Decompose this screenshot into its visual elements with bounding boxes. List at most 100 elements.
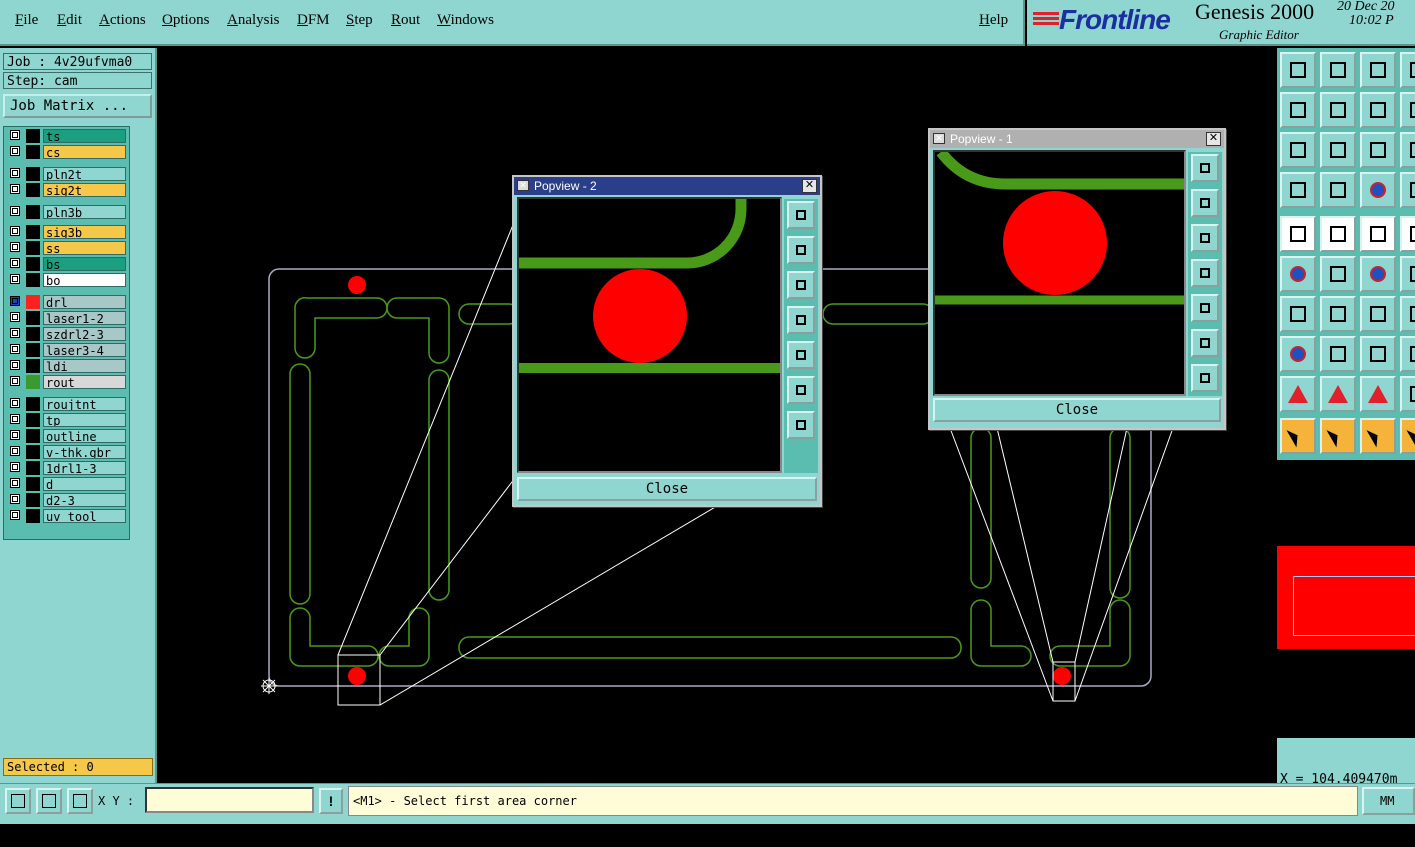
pan-right-icon[interactable] (787, 341, 815, 369)
toolbar-icon[interactable] (1400, 132, 1415, 168)
pointer-box-icon[interactable] (1320, 418, 1356, 454)
layer-row-d2-3[interactable]: d2-3 (7, 493, 127, 507)
layer-name[interactable]: laser1-2 (43, 311, 126, 325)
snap-mode-icon[interactable] (5, 788, 31, 814)
layer-checkbox[interactable] (10, 462, 20, 472)
job-matrix-button[interactable]: Job Matrix ... (3, 94, 152, 118)
layer-name[interactable]: ldi (43, 359, 126, 373)
layer-row-rout[interactable]: rout (7, 375, 127, 389)
triangle-arrow-icon[interactable] (1320, 376, 1356, 412)
line-pad-icon[interactable] (1360, 256, 1396, 292)
exclamation-icon[interactable]: ! (319, 788, 343, 814)
zoom-1-2-icon[interactable] (1360, 132, 1396, 168)
layer-checkbox[interactable] (10, 168, 20, 178)
layer-row-cs[interactable]: cs (7, 145, 127, 159)
zoom-fit-icon[interactable] (1280, 132, 1316, 168)
layer-checkbox[interactable] (10, 430, 20, 440)
menu-rout[interactable]: Rout (391, 12, 420, 29)
layer-color-swatch[interactable] (26, 445, 40, 459)
layer-name[interactable]: sig2t (43, 183, 126, 197)
layer-checkbox[interactable] (10, 206, 20, 216)
layer-name[interactable]: v-thk.gbr (43, 445, 126, 459)
close-icon[interactable]: ✕ (802, 179, 817, 193)
layer-color-swatch[interactable] (26, 343, 40, 357)
measure-mode-icon[interactable] (36, 788, 62, 814)
layer-name[interactable]: pln3b (43, 205, 126, 219)
toolbar-icon[interactable] (1400, 92, 1415, 128)
layer-checkbox[interactable] (10, 510, 20, 520)
zoom-fit-icon[interactable] (787, 376, 815, 404)
layer-name[interactable]: d (43, 477, 126, 491)
menu-actions[interactable]: Actions (99, 12, 146, 29)
window-menu-icon[interactable]: ✕ (933, 133, 945, 144)
pointer-icon[interactable] (1280, 418, 1316, 454)
layer-row-roujtnt[interactable]: roujtnt (7, 397, 127, 411)
layer-name[interactable]: 1drl1-3 (43, 461, 126, 475)
layer-row-pln2t[interactable]: pln2t (7, 167, 127, 181)
window-menu-icon[interactable]: ✕ (517, 180, 529, 191)
layer-name[interactable]: ts (43, 129, 126, 143)
layer-name[interactable]: pln2t (43, 167, 126, 181)
layer-color-swatch[interactable] (26, 241, 40, 255)
layer-checkbox[interactable] (10, 242, 20, 252)
layer-checkbox[interactable] (10, 258, 20, 268)
pan-left-icon[interactable] (1280, 92, 1316, 128)
layer-row-sig2t[interactable]: sig2t (7, 183, 127, 197)
layer-row-outline[interactable]: outline (7, 429, 127, 443)
layer-name[interactable]: tp (43, 413, 126, 427)
angle-icon[interactable] (1280, 296, 1316, 332)
layer-checkbox[interactable] (10, 226, 20, 236)
home-icon[interactable] (1360, 52, 1396, 88)
menu-dfm[interactable]: DFM (297, 12, 330, 29)
zoom-center-icon[interactable] (1320, 132, 1356, 168)
arc-icon[interactable] (1360, 296, 1396, 332)
layer-checkbox[interactable] (10, 494, 20, 504)
connect-icon[interactable] (1280, 256, 1316, 292)
popview-1-window[interactable]: ✕ Popview - 1 ✕ Close (928, 128, 1226, 430)
layer-name[interactable]: szdrl2-3 (43, 327, 126, 341)
toolbar-icon[interactable] (1400, 172, 1415, 208)
overview-map[interactable] (1277, 460, 1415, 738)
pointer-circle-icon[interactable] (1360, 418, 1396, 454)
zoom-down-icon[interactable] (1320, 52, 1356, 88)
popview-2-titlebar[interactable]: ✕ Popview - 2 ✕ (514, 177, 820, 195)
menu-analysis[interactable]: Analysis (227, 12, 280, 29)
layer-color-swatch[interactable] (26, 327, 40, 341)
layer-color-swatch[interactable] (26, 493, 40, 507)
snap-icon[interactable] (1320, 172, 1356, 208)
menu-step[interactable]: Step (346, 12, 373, 29)
popview-1-close-button[interactable]: Close (933, 398, 1221, 422)
pan-left-icon[interactable] (787, 306, 815, 334)
ruler-icon[interactable] (1360, 216, 1396, 252)
toolbar-icon[interactable] (1400, 418, 1415, 454)
units-toggle[interactable]: MM (1362, 787, 1415, 815)
zoom-fit-icon[interactable] (1191, 329, 1219, 357)
layer-checkbox[interactable] (10, 478, 20, 488)
layer-row-1drl1-3[interactable]: 1drl1-3 (7, 461, 127, 475)
layer-name[interactable]: bo (43, 273, 126, 287)
popview-1-titlebar[interactable]: ✕ Popview - 1 ✕ (930, 130, 1224, 148)
triangle-icon[interactable] (1280, 376, 1316, 412)
layer-name[interactable]: d2-3 (43, 493, 126, 507)
line-icon[interactable] (1320, 296, 1356, 332)
layer-color-swatch[interactable] (26, 205, 40, 219)
layer-row-laser1-2[interactable]: laser1-2 (7, 311, 127, 325)
layer-name[interactable]: sig3b (43, 225, 126, 239)
net-icon[interactable] (1360, 172, 1396, 208)
layer-name[interactable]: roujtnt (43, 397, 126, 411)
layer-checkbox[interactable] (10, 328, 20, 338)
layer-checkbox[interactable] (10, 344, 20, 354)
pan-up-icon[interactable] (787, 236, 815, 264)
layer-row-ss[interactable]: ss (7, 241, 127, 255)
layer-name[interactable]: ss (43, 241, 126, 255)
layer-checkbox[interactable] (10, 296, 20, 306)
menu-options[interactable]: Options (162, 12, 210, 29)
center-icon[interactable] (1360, 336, 1396, 372)
zoom-out-icon[interactable] (1191, 154, 1219, 182)
layer-row-ldi[interactable]: ldi (7, 359, 127, 373)
layer-checkbox[interactable] (10, 146, 20, 156)
layer-name[interactable]: bs (43, 257, 126, 271)
popview-2-view[interactable] (517, 197, 782, 473)
layer-checkbox[interactable] (10, 398, 20, 408)
layer-checkbox[interactable] (10, 414, 20, 424)
